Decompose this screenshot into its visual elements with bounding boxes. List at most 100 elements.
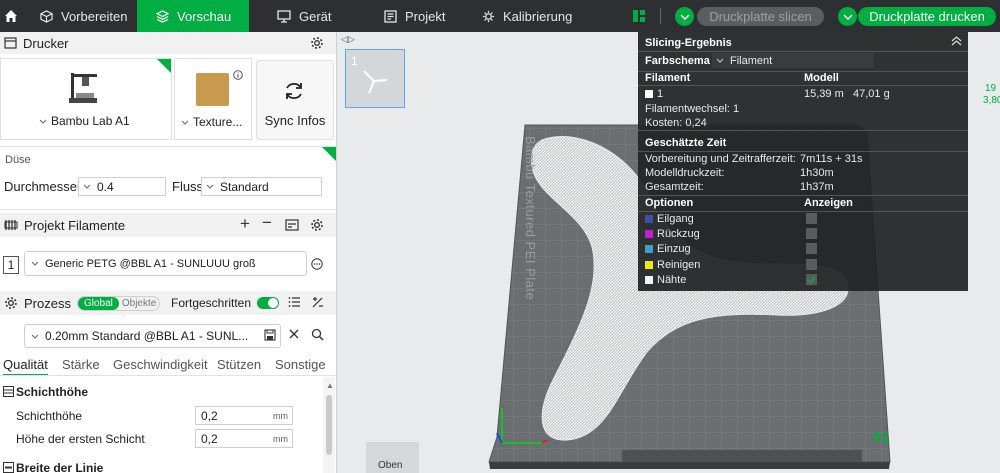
sync-info-button[interactable]: Sync Infos <box>256 60 334 140</box>
prep-time-value: 7m11s + 31s <box>800 153 863 165</box>
flow-select[interactable]: Standard <box>201 177 322 196</box>
chevron-down-icon <box>716 58 724 63</box>
travel-color-swatch <box>645 215 653 223</box>
advanced-label: Fortgeschritten <box>171 296 252 310</box>
scope-toggle[interactable]: Global Objekte <box>76 295 161 311</box>
layer-height-input[interactable]: 0,2 mm <box>195 406 293 425</box>
compare-icon[interactable] <box>311 296 324 312</box>
filament-color-swatch <box>645 90 653 98</box>
model-thumbnail-icon <box>363 70 388 94</box>
first-layer-height-input[interactable]: 0,2 mm <box>195 429 293 448</box>
unit-label: mm <box>273 410 288 421</box>
plate-index: 01 <box>873 429 890 446</box>
tab-prepare-label: Vorbereiten <box>61 8 128 24</box>
flow-label: Fluss <box>172 179 204 194</box>
tab-supports[interactable]: Stützen <box>217 357 261 372</box>
checkmark-icon <box>807 276 816 284</box>
scrollbar-thumb[interactable] <box>326 395 332 455</box>
model-time-value: 1h30m <box>800 167 834 179</box>
filament-slot-index: 1 <box>3 256 19 274</box>
remove-icon[interactable]: − <box>262 213 272 233</box>
show-retract-checkbox[interactable] <box>806 228 817 239</box>
color-scheme-label: Farbschema <box>645 55 710 67</box>
project-icon <box>384 9 397 23</box>
search-icon[interactable] <box>311 328 324 344</box>
process-section-header: Prozess Global Objekte Fortgeschritten <box>0 291 336 315</box>
process-preset-name: 0.20mm Standard @BBL A1 - SUNL... <box>45 329 249 343</box>
tab-calibration[interactable]: Kalibrierung <box>482 0 572 32</box>
divider <box>0 375 336 376</box>
show-unretract-checkbox[interactable] <box>806 243 817 254</box>
filament-icon <box>4 219 18 231</box>
plate-type-card[interactable]: Texture... <box>174 58 252 140</box>
chevron-down-icon <box>181 120 189 125</box>
show-wipe-checkbox[interactable] <box>806 259 817 270</box>
tab-preview[interactable]: Vorschau <box>137 0 249 32</box>
filaments-section-title: Projekt Filamente <box>24 217 126 233</box>
scope-objects[interactable]: Objekte <box>119 297 159 310</box>
more-options-icon[interactable] <box>311 258 323 273</box>
option-unretract: Einzug <box>657 243 691 255</box>
view-cube-top[interactable]: Oben <box>378 460 402 471</box>
home-icon[interactable] <box>0 0 22 32</box>
plate-layout-icon[interactable] <box>632 9 646 26</box>
scope-global[interactable]: Global <box>77 296 119 310</box>
unit-label: mm <box>273 433 288 444</box>
print-dropdown-button[interactable] <box>838 7 857 26</box>
print-plate-button[interactable]: Druckplatte drucken <box>858 7 996 26</box>
color-scheme-select[interactable]: Filament <box>712 53 874 68</box>
printer-card[interactable]: Bambu Lab A1 <box>0 58 172 140</box>
tab-others[interactable]: Sonstige <box>275 357 326 372</box>
slice-dropdown-button[interactable] <box>675 7 694 26</box>
info-icon[interactable] <box>233 69 243 83</box>
sync-info-label: Sync Infos <box>264 113 326 128</box>
top-bar: Vorbereiten Vorschau Gerät Projekt Kalib… <box>0 0 1000 32</box>
first-layer-height-value: 0,2 <box>201 431 218 446</box>
printer-icon <box>4 37 17 49</box>
list-icon[interactable] <box>288 296 301 311</box>
tab-prepare[interactable]: Vorbereiten <box>22 0 155 32</box>
collapse-panel-icon[interactable]: ◁▷ <box>341 34 355 45</box>
diameter-select[interactable]: 0.4 <box>78 177 166 196</box>
save-icon[interactable] <box>264 329 276 344</box>
ams-sync-icon[interactable] <box>285 218 299 235</box>
tab-speed[interactable]: Geschwindigkeit <box>113 357 208 372</box>
option-travel: Eilgang <box>657 213 694 225</box>
slice-plate-button[interactable]: Druckplatte slicen <box>697 7 824 26</box>
advanced-toggle[interactable] <box>257 297 279 309</box>
process-preset-select[interactable]: 0.20mm Standard @BBL A1 - SUNL... <box>24 324 281 348</box>
process-icon <box>4 296 18 310</box>
chevron-down-icon <box>679 13 690 20</box>
tab-quality[interactable]: Qualität <box>3 357 48 376</box>
plate-thumbnail[interactable]: 1 <box>345 49 405 108</box>
show-travel-checkbox[interactable] <box>806 213 817 224</box>
tab-device[interactable]: Gerät <box>277 0 332 32</box>
col-model-header: Modell <box>804 72 839 84</box>
gear-icon[interactable] <box>310 218 324 235</box>
tab-device-label: Gerät <box>299 8 332 24</box>
close-icon[interactable] <box>288 328 300 343</box>
tab-strength[interactable]: Stärke <box>62 357 100 372</box>
scrollbar-track[interactable]: ▲ <box>323 377 335 473</box>
costs: Kosten: 0,24 <box>645 117 707 129</box>
first-layer-height-label: Höhe der ersten Schicht <box>16 432 145 446</box>
sync-icon <box>283 80 305 105</box>
filament-weight: 47,01 g <box>853 88 890 100</box>
device-icon <box>277 9 291 23</box>
chevron-down-icon <box>83 184 91 189</box>
left-sidebar: Drucker Bambu Lab A1 Texture... Sync Inf… <box>0 32 337 473</box>
layer-height-label: Schichthöhe <box>16 409 83 423</box>
tab-project[interactable]: Projekt <box>384 0 445 32</box>
option-wipe: Reinigen <box>657 259 701 271</box>
add-icon[interactable]: + <box>240 214 250 234</box>
gear-icon[interactable] <box>310 36 324 53</box>
model-time-label: Modelldruckzeit: <box>645 167 725 179</box>
filament-length: 15,39 m <box>804 88 844 100</box>
layers-icon <box>156 9 169 23</box>
tab-calibration-label: Kalibrierung <box>503 8 573 24</box>
diameter-value: 0.4 <box>97 179 114 194</box>
show-seams-checkbox[interactable] <box>806 274 817 285</box>
filament-select[interactable]: Generic PETG @BBL A1 - SUNLUUU groß <box>24 251 307 276</box>
collapse-icon[interactable] <box>951 36 962 49</box>
layer-height-icon <box>3 386 14 400</box>
